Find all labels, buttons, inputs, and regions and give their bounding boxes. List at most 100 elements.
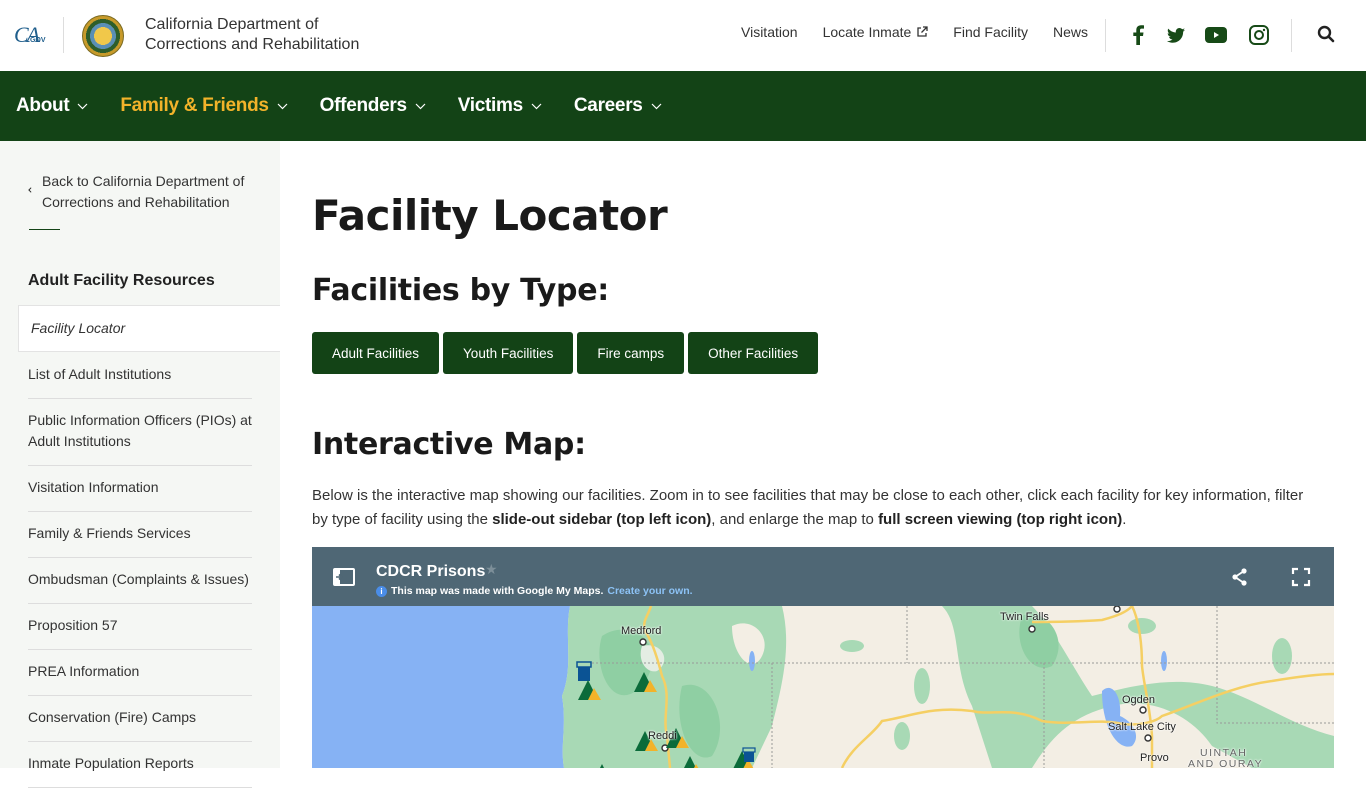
map-attribution: i This map was made with Google My Maps.… <box>376 585 693 597</box>
org-name[interactable]: California Department of Corrections and… <box>145 15 359 55</box>
city-dot-boise-area <box>1113 605 1121 613</box>
sidebar-heading: Adult Facility Resources <box>28 272 215 289</box>
back-link-label: Back to California Department of Correct… <box>42 173 245 210</box>
chevron-down-icon <box>651 103 661 109</box>
nav-label: Family & Friends <box>120 95 269 116</box>
city-label-provo: Provo <box>1140 752 1169 764</box>
sidebar-item-prop-57[interactable]: Proposition 57 <box>28 604 252 650</box>
facebook-icon[interactable] <box>1127 24 1149 46</box>
nav-label: Victims <box>457 95 523 116</box>
chevron-left-icon <box>28 187 32 193</box>
city-dot-medford <box>639 638 647 646</box>
top-link-find-facility[interactable]: Find Facility <box>953 24 1028 40</box>
ca-logo-suffix: .GOV <box>28 37 46 44</box>
sidebar: Back to California Department of Correct… <box>0 141 280 788</box>
map-graphic <box>312 605 1334 768</box>
lake <box>749 651 755 671</box>
sidebar-item-population-reports[interactable]: Inmate Population Reports <box>28 742 252 788</box>
top-link-label: Locate Inmate <box>822 24 912 40</box>
search-icon[interactable] <box>1317 25 1337 45</box>
star-icon[interactable]: ★ <box>485 561 498 578</box>
youtube-icon[interactable] <box>1205 24 1227 46</box>
create-your-own-link[interactable]: Create your own. <box>607 585 692 597</box>
sidebar-item-facility-locator[interactable]: Facility Locator <box>18 305 280 352</box>
header-divider <box>1291 19 1292 52</box>
sidebar-item-family-services[interactable]: Family & Friends Services <box>28 512 252 558</box>
nav-family-friends[interactable]: Family & Friends <box>120 95 288 117</box>
main-navigation: About Family & Friends Offenders Victims… <box>0 71 1366 141</box>
header-divider <box>1105 19 1106 52</box>
chevron-down-icon <box>77 103 88 109</box>
map-description: Below is the interactive map showing our… <box>312 484 1312 532</box>
desc-text: . <box>1122 511 1127 528</box>
info-icon: i <box>376 585 387 597</box>
ca-logo-text: CA <box>14 22 40 47</box>
forest-patch <box>1272 638 1292 674</box>
top-link-visitation[interactable]: Visitation <box>741 24 798 40</box>
map-sidebar-toggle-icon[interactable] <box>333 568 355 586</box>
twitter-icon[interactable] <box>1165 24 1187 46</box>
city-dot-twin-falls <box>1028 625 1036 633</box>
city-label-twin-falls: Twin Falls <box>1000 611 1049 623</box>
top-link-label: Find Facility <box>953 24 1028 40</box>
city-dot-salt-lake-city <box>1144 734 1152 742</box>
lake <box>1161 651 1167 671</box>
utility-links: Visitation Locate Inmate Find Facility N… <box>741 24 1113 40</box>
sidebar-item-prea[interactable]: PREA Information <box>28 650 252 696</box>
nav-careers[interactable]: Careers <box>574 95 662 117</box>
map-toolbar: CDCR Prisons ★ i This map was made with … <box>312 547 1334 606</box>
sidebar-item-fire-camps[interactable]: Conservation (Fire) Camps <box>28 696 252 742</box>
desc-text: , and enlarge the map to <box>711 511 879 528</box>
cdcr-seal-logo[interactable] <box>82 15 124 57</box>
city-label-ogden: Ogden <box>1122 694 1156 706</box>
forest-patch <box>840 640 864 652</box>
nav-victims[interactable]: Victims <box>458 95 542 117</box>
chevron-down-icon <box>415 103 426 109</box>
sidebar-item-pios[interactable]: Public Information Officers (PIOs) at Ad… <box>28 399 252 466</box>
facilities-by-type-heading: Facilities by Type: <box>312 273 609 308</box>
nav-label: Careers <box>573 95 643 116</box>
map-canvas[interactable]: Medford Reddi Twin Falls Ogden Salt Lake… <box>312 605 1334 768</box>
other-facilities-button[interactable]: Other Facilities <box>688 332 819 374</box>
external-link-icon <box>917 26 928 37</box>
nav-label: Offenders <box>319 95 407 116</box>
instagram-icon[interactable] <box>1248 24 1270 46</box>
nav-label: About <box>16 95 70 116</box>
top-link-locate-inmate[interactable]: Locate Inmate <box>823 24 929 40</box>
sidebar-item-ombudsman[interactable]: Ombudsman (Complaints & Issues) <box>28 558 252 604</box>
embedded-map[interactable]: CDCR Prisons ★ i This map was made with … <box>312 547 1334 768</box>
map-title: CDCR Prisons <box>376 563 486 580</box>
top-link-label: Visitation <box>741 24 798 40</box>
org-name-line1: California Department of <box>145 16 319 33</box>
youth-facilities-button[interactable]: Youth Facilities <box>443 332 574 374</box>
interactive-map-heading: Interactive Map: <box>312 427 586 462</box>
ca-gov-logo[interactable]: CA .GOV <box>14 22 48 50</box>
forest-patch <box>914 668 930 704</box>
header-divider <box>63 17 64 53</box>
ocean <box>312 606 570 768</box>
top-link-news[interactable]: News <box>1053 24 1088 40</box>
divider <box>29 229 60 230</box>
fullscreen-icon[interactable] <box>1291 567 1311 587</box>
nav-about[interactable]: About <box>16 95 88 117</box>
top-link-label: News <box>1052 24 1088 40</box>
region-label-and-ouray: AND OURAY <box>1188 758 1264 768</box>
facility-type-buttons: Adult Facilities Youth Facilities Fire c… <box>312 332 819 374</box>
sidebar-item-adult-institutions[interactable]: List of Adult Institutions <box>28 353 252 399</box>
fire-camps-button[interactable]: Fire camps <box>577 332 685 374</box>
forest-patch <box>1128 618 1156 634</box>
made-with-text: This map was made with Google My Maps. <box>391 585 604 597</box>
desc-bold: slide-out sidebar (top left icon) <box>492 511 712 528</box>
share-icon[interactable] <box>1230 567 1250 587</box>
back-link[interactable]: Back to California Department of Correct… <box>28 171 268 213</box>
forest-patch <box>894 722 910 750</box>
sidebar-item-visitation[interactable]: Visitation Information <box>28 466 252 512</box>
adult-facilities-button[interactable]: Adult Facilities <box>312 332 440 374</box>
sidebar-list: List of Adult Institutions Public Inform… <box>28 353 252 788</box>
city-label-medford: Medford <box>621 625 662 637</box>
chevron-down-icon <box>277 103 288 109</box>
site-header: CA .GOV California Department of Correct… <box>0 0 1366 71</box>
nav-offenders[interactable]: Offenders <box>320 95 426 117</box>
desc-bold: full screen viewing (top right icon) <box>878 511 1123 528</box>
city-dot-ogden <box>1139 706 1147 714</box>
